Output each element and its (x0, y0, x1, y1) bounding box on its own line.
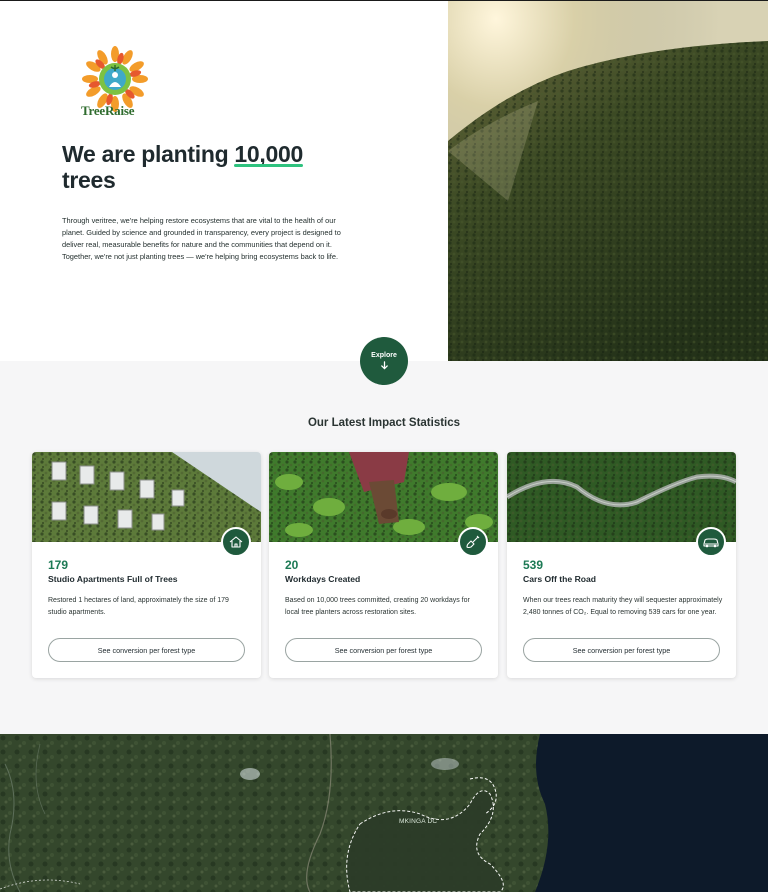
car-icon (703, 538, 719, 548)
forest-road-aerial-photo (507, 452, 736, 542)
stat-value: 539 (523, 558, 544, 572)
see-conversion-button[interactable]: See conversion per forest type (48, 638, 245, 662)
shovel-icon (466, 535, 480, 549)
hero-title-suffix: trees (62, 167, 116, 193)
stat-label: Workdays Created (285, 574, 361, 584)
hero-title: We are planting 10,000 trees (62, 141, 422, 193)
stat-value: 179 (48, 558, 69, 572)
car-icon-badge (696, 527, 726, 557)
explore-button[interactable]: Explore (360, 337, 408, 385)
shovel-icon-badge (458, 527, 488, 557)
green-building-photo (32, 452, 261, 542)
see-conversion-button[interactable]: See conversion per forest type (285, 638, 482, 662)
stat-value: 20 (285, 558, 299, 572)
forest-hillside-photo (448, 1, 768, 361)
stat-description: When our trees reach maturity they will … (523, 597, 723, 616)
hero-section: TreeRaise We are planting 10,000 trees T… (0, 1, 768, 361)
hero-description: Through veritree, we're helping restore … (62, 216, 341, 261)
explore-label: Explore (371, 352, 397, 359)
see-conversion-button[interactable]: See conversion per forest type (523, 638, 720, 662)
impact-statistics-title: Our Latest Impact Statistics (307, 417, 461, 429)
impact-statistics-section: Our Latest Impact Statistics 179 Studio … (0, 361, 768, 734)
stat-card-apartments: 179 Studio Apartments Full of Trees Rest… (32, 452, 261, 678)
hero-title-highlight: 10,000 (234, 141, 303, 167)
hero-title-prefix: We are planting (62, 141, 235, 167)
map-region-label: MKINGA DC (399, 818, 438, 825)
stat-description: Based on 10,000 trees committed, creatin… (285, 597, 470, 616)
stat-card-cars: 539 Cars Off the Road When our trees rea… (507, 452, 736, 678)
satellite-map-image (0, 734, 768, 892)
tree-planter-photo (269, 452, 498, 542)
project-map[interactable]: MKINGA DC (0, 734, 768, 892)
stat-card-workdays: 20 Workdays Created Based on 10,000 tree… (269, 452, 498, 678)
house-icon-badge (221, 527, 251, 557)
stat-description: Restored 1 hectares of land, approximate… (48, 597, 229, 616)
brand-wordmark: TreeRaise (81, 103, 135, 118)
stat-label: Cars Off the Road (523, 574, 597, 584)
stat-label: Studio Apartments Full of Trees (48, 574, 178, 584)
house-icon (229, 536, 243, 548)
arrow-down-icon (380, 361, 388, 370)
